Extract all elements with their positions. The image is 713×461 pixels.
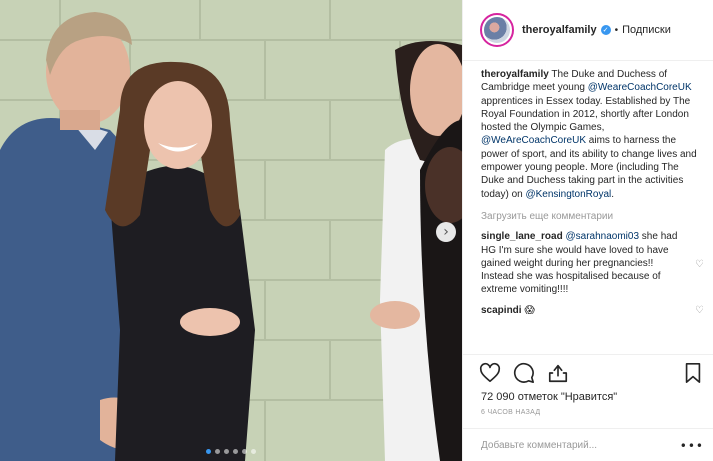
post-side-panel: theroyalfamily ✓ • Подписки theroyalfami… (462, 0, 713, 461)
carousel-dot (242, 449, 247, 454)
avatar[interactable] (480, 13, 514, 47)
caption-mention-2[interactable]: @WeAreCoachCoreUK (481, 135, 586, 146)
post-photo[interactable]: › (0, 0, 462, 461)
comment-text: 😱 (524, 304, 535, 316)
comment-username[interactable]: single_lane_road (481, 231, 563, 242)
post-timestamp[interactable]: 6 ЧАСОВ НАЗАД (481, 409, 540, 416)
comment-item: single_lane_road @sarahnaomi03 she had H… (481, 230, 703, 296)
chevron-right-icon[interactable]: › (436, 222, 456, 242)
share-icon[interactable] (547, 362, 569, 384)
heart-icon[interactable] (479, 362, 501, 384)
bookmark-icon[interactable] (682, 362, 704, 384)
comment-mention[interactable]: @sarahnaomi03 (565, 231, 639, 242)
header-username[interactable]: theroyalfamily (522, 24, 597, 36)
caption-text-2: apprentices in Essex today. Established … (481, 95, 691, 134)
post-actions: 72 090 отметок "Нравится" 6 ЧАСОВ НАЗАД … (463, 354, 713, 461)
add-comment-bar: ••• (463, 428, 713, 461)
likes-count[interactable]: 72 090 отметок "Нравится" (481, 391, 617, 403)
header-separator: • (614, 24, 619, 36)
carousel-indicator (0, 449, 462, 454)
heart-small-icon[interactable]: ♡ (695, 260, 703, 270)
comments-list[interactable]: theroyalfamily The Duke and Duchess of C… (481, 68, 703, 353)
carousel-dot (215, 449, 220, 454)
caption-text-4: . (611, 188, 615, 200)
comment-input[interactable] (481, 440, 680, 451)
load-more-comments-button[interactable]: Загрузить еще комментарии (481, 210, 703, 223)
carousel-dot (206, 449, 211, 454)
caption: theroyalfamily The Duke and Duchess of C… (481, 68, 703, 201)
comment-username[interactable]: scapindi (481, 305, 522, 316)
action-icons (479, 362, 569, 384)
post-header: theroyalfamily ✓ • Подписки (463, 0, 713, 61)
caption-username[interactable]: theroyalfamily (481, 69, 549, 80)
verified-badge-icon: ✓ (600, 25, 611, 35)
heart-small-icon[interactable]: ♡ (695, 305, 703, 316)
photo-background (0, 0, 462, 461)
follow-button[interactable]: Подписки (622, 24, 671, 36)
more-options-icon[interactable]: ••• (680, 439, 704, 453)
comment-icon[interactable] (513, 362, 535, 384)
carousel-dot (251, 449, 256, 454)
comment-item: scapindi 😱 ♡ (481, 304, 703, 317)
caption-mention-1[interactable]: @WeareCoachCoreUK (588, 82, 692, 93)
carousel-dot (233, 449, 238, 454)
caption-mention-3[interactable]: @KensingtonRoyal (525, 189, 611, 200)
carousel-dot (224, 449, 229, 454)
avatar-image (484, 17, 510, 43)
